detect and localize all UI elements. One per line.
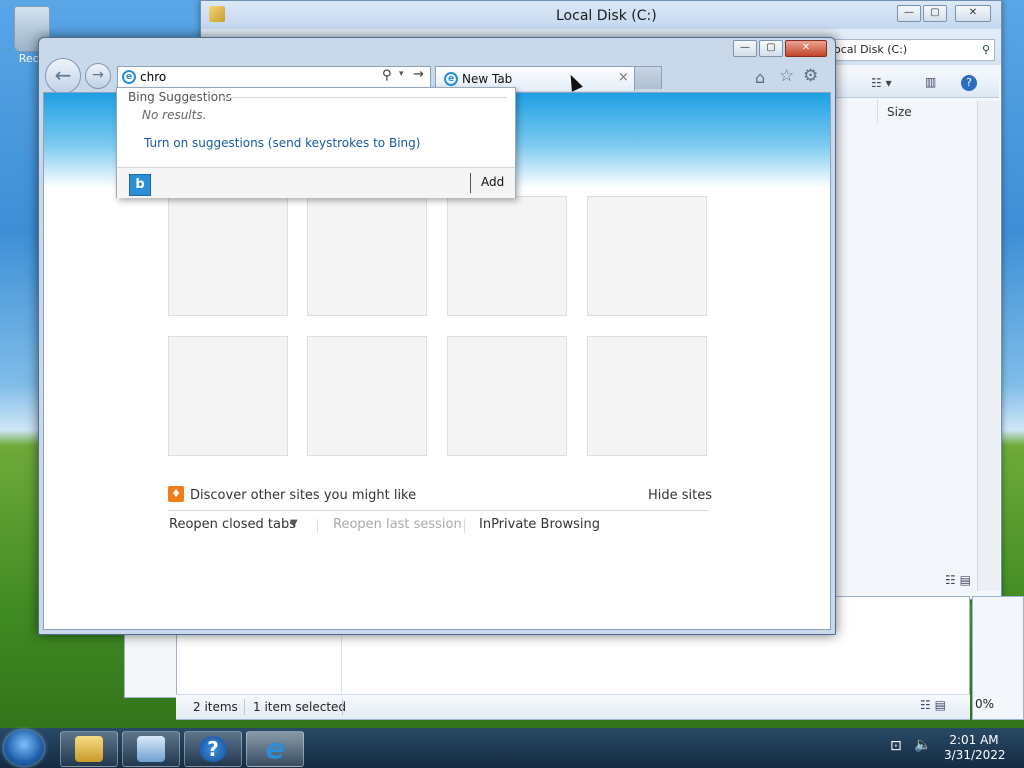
folder-icon xyxy=(75,736,103,762)
explorer-search-field[interactable]: ocal Disk (C:) ⚲ xyxy=(831,39,995,61)
gear-icon[interactable]: ⚙ xyxy=(803,66,818,86)
bing-suggestions-dropdown: Bing Suggestions No results. Turn on sug… xyxy=(116,87,516,198)
help-icon[interactable]: ? xyxy=(961,75,977,91)
ie-page-icon: e xyxy=(122,70,136,84)
explorer-address-text: ocal Disk (C:) xyxy=(834,43,908,56)
site-tile[interactable] xyxy=(307,336,427,456)
taskbar-explorer-button[interactable] xyxy=(60,731,118,767)
ie-close-button[interactable]: ✕ xyxy=(785,40,827,57)
status-selection: 1 item selected xyxy=(253,700,347,714)
clock-date: 3/31/2022 xyxy=(944,748,1006,762)
status-items-count: 2 items xyxy=(193,700,238,714)
divider xyxy=(464,519,465,533)
hide-sites-link[interactable]: Hide sites xyxy=(648,488,712,503)
start-button[interactable] xyxy=(4,730,44,766)
minimize-button[interactable]: — xyxy=(897,5,921,22)
ie-icon: e xyxy=(265,732,285,765)
details-view-icon[interactable]: ☷ ▤ xyxy=(945,573,971,587)
reopen-last-session-link: Reopen last session xyxy=(333,517,462,532)
suggestions-header: Bing Suggestions xyxy=(128,90,232,104)
back-button[interactable]: ← xyxy=(45,58,81,94)
site-tile[interactable] xyxy=(447,336,567,456)
site-tile[interactable] xyxy=(447,196,567,316)
site-tile[interactable] xyxy=(168,336,288,456)
address-bar[interactable]: e ⚲ ▾ → xyxy=(117,66,431,89)
discover-sites-link[interactable]: Discover other sites you might like xyxy=(190,488,416,503)
forward-button[interactable]: → xyxy=(85,63,111,89)
search-icon[interactable]: ⚲ xyxy=(382,68,392,83)
site-tile[interactable] xyxy=(168,196,288,316)
bing-icon[interactable]: b xyxy=(129,174,151,196)
close-button[interactable]: ✕ xyxy=(955,5,991,22)
maximize-button[interactable]: ▢ xyxy=(923,5,947,22)
divider xyxy=(223,97,507,98)
column-divider xyxy=(877,99,878,123)
home-icon[interactable]: ⌂ xyxy=(755,68,765,87)
divider xyxy=(168,510,708,511)
go-arrow-icon[interactable]: → xyxy=(413,67,424,82)
inprivate-browsing-link[interactable]: InPrivate Browsing xyxy=(479,517,600,532)
address-input[interactable] xyxy=(140,68,370,85)
column-header-size[interactable]: Size xyxy=(887,105,912,119)
explorer-status-bar: 2 items 1 item selected ☷ ▤ xyxy=(176,694,970,719)
ie-tab-icon: e xyxy=(444,72,458,86)
favorites-star-icon[interactable]: ☆ xyxy=(779,66,794,86)
no-results-text: No results. xyxy=(142,108,207,122)
folder-icon xyxy=(209,6,225,22)
clock[interactable]: 2:01 AM 3/31/2022 xyxy=(944,733,1006,763)
divider xyxy=(317,519,318,533)
add-button[interactable]: Add xyxy=(481,175,504,189)
scrollbar[interactable] xyxy=(977,101,1000,591)
right-window-edge: 0% xyxy=(972,596,1024,720)
close-icon[interactable]: × xyxy=(618,70,629,85)
taskbar-ie-button[interactable]: e xyxy=(246,731,304,767)
explorer-command-bar: ☷ ▾ ▥ ? xyxy=(831,71,999,98)
help-icon: ? xyxy=(199,736,227,762)
turn-on-suggestions-link[interactable]: Turn on suggestions (send keystrokes to … xyxy=(144,136,420,150)
chevron-down-icon[interactable]: ▼ xyxy=(290,518,298,529)
clock-time: 2:01 AM xyxy=(949,733,999,747)
ie-maximize-button[interactable]: ▢ xyxy=(759,40,783,57)
view-options-icon[interactable]: ☷ ▾ xyxy=(871,76,892,90)
site-tile[interactable] xyxy=(307,196,427,316)
explorer-title: Local Disk (C:) xyxy=(556,8,657,24)
volume-icon[interactable]: 🔈 xyxy=(914,737,931,753)
network-icon[interactable]: ⊡ xyxy=(890,738,902,754)
taskbar-control-panel-button[interactable] xyxy=(122,731,180,767)
divider xyxy=(470,173,471,193)
zoom-level: 0% xyxy=(975,697,995,711)
site-tile[interactable] xyxy=(587,336,707,456)
view-toggle-icon[interactable]: ☷ ▤ xyxy=(920,698,946,712)
ie-minimize-button[interactable]: — xyxy=(733,40,757,57)
suggestions-footer: b Add xyxy=(117,167,515,198)
search-icon[interactable]: ⚲ xyxy=(982,40,990,60)
reopen-closed-tabs-link[interactable]: Reopen closed tabs xyxy=(169,517,296,532)
taskbar-help-button[interactable]: ? xyxy=(184,731,242,767)
new-tab-button[interactable] xyxy=(634,66,662,89)
dropdown-arrow-icon[interactable]: ▾ xyxy=(399,69,404,79)
site-tile[interactable] xyxy=(587,196,707,316)
taskbar: ? e ⊡ 🔈 xyxy=(0,728,1024,768)
preview-pane-icon[interactable]: ▥ xyxy=(925,75,936,89)
tab-label: New Tab xyxy=(462,72,513,86)
lightbulb-icon: ♦ xyxy=(168,486,184,502)
control-panel-icon xyxy=(137,736,165,762)
